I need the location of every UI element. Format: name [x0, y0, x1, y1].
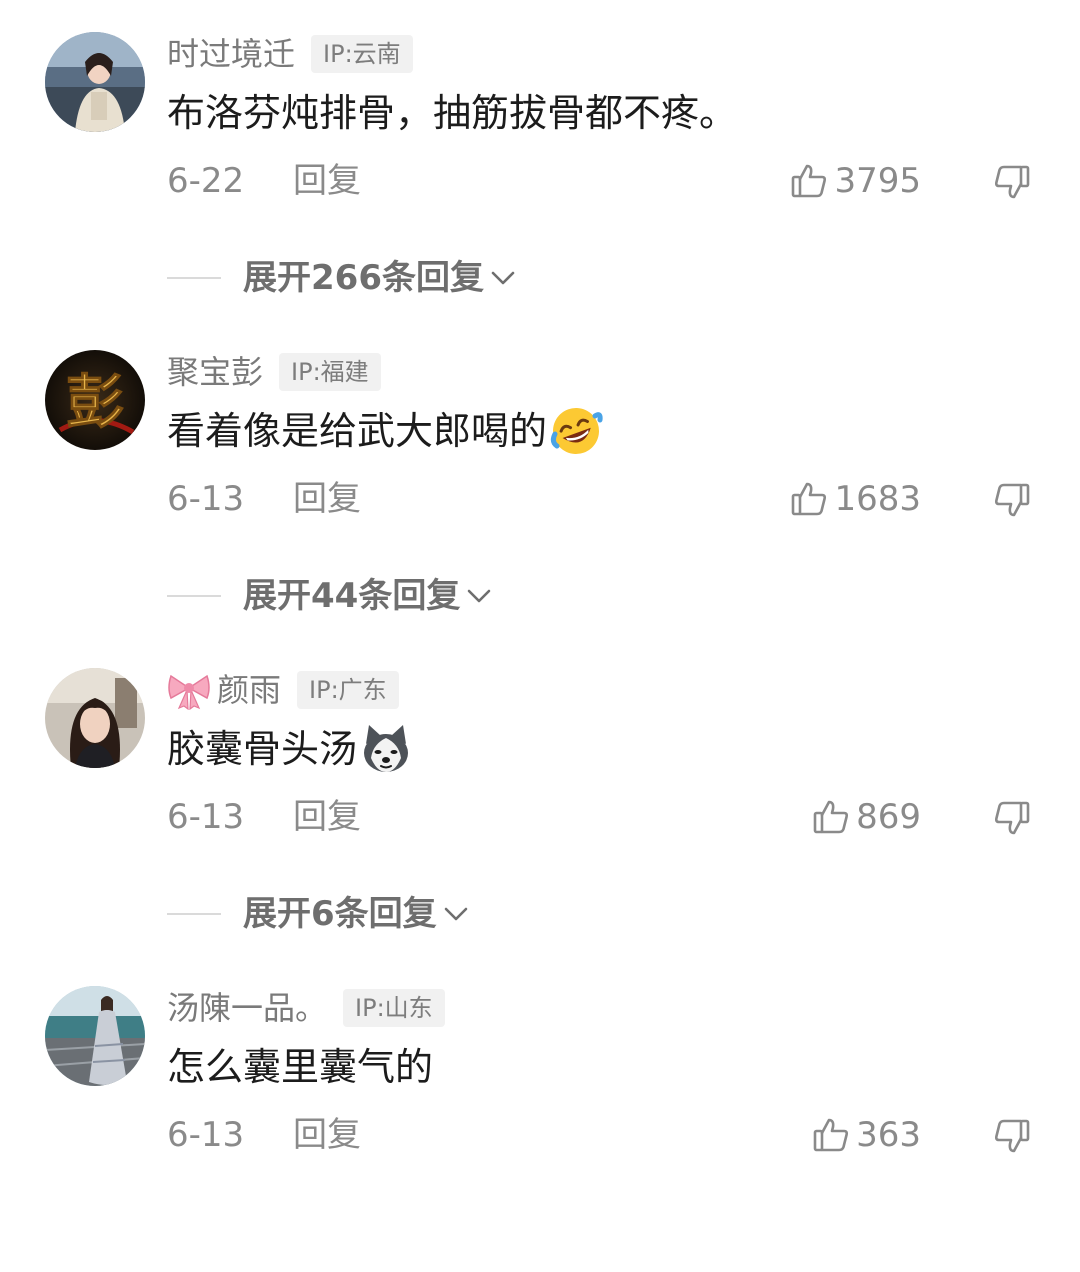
avatar[interactable]	[45, 668, 145, 768]
expand-replies-label: 展开6条回复	[243, 894, 437, 934]
thumbs-down-icon	[994, 165, 1030, 199]
thumbs-up-icon	[792, 482, 827, 516]
comment-body: 看着像是给武大郎喝的	[167, 404, 603, 458]
comment-body: 怎么囊里囊气的	[167, 1040, 433, 1094]
like-count: 363	[856, 1115, 921, 1155]
comment-date: 6-22	[167, 161, 245, 201]
ip-location-badge: IP:福建	[279, 353, 381, 391]
comment-header: 颜雨 IP:广东	[167, 668, 399, 712]
comment-text: 看着像是给武大郎喝的	[167, 409, 548, 453]
divider-line	[167, 913, 221, 915]
comment-text: 胶囊骨头汤	[167, 727, 358, 771]
comment-meta: 6-13 回复 869	[167, 792, 1047, 842]
avatar-glyph: 彭	[66, 368, 124, 436]
comment-header: 时过境迁 IP:云南	[167, 32, 413, 76]
like-count: 869	[856, 797, 921, 837]
expand-replies[interactable]: 展开44条回复	[167, 570, 494, 622]
dislike-button[interactable]	[993, 481, 1031, 523]
husky-dog-emoji-icon	[364, 725, 409, 772]
dislike-button[interactable]	[993, 799, 1031, 841]
expand-replies[interactable]: 展开6条回复	[167, 888, 471, 940]
ip-location-badge: IP:广东	[297, 671, 399, 709]
rofl-emoji-icon	[550, 408, 603, 454]
expand-replies-label: 展开266条回复	[243, 258, 484, 298]
thumbs-up-icon	[813, 1118, 849, 1152]
divider-line	[167, 595, 221, 597]
like-button[interactable]: 869	[812, 792, 921, 842]
thumbs-up-icon	[813, 800, 849, 834]
chevron-down-icon	[468, 589, 491, 603]
like-count: 1683	[834, 479, 921, 519]
username[interactable]: 汤陳一品。	[167, 986, 327, 1030]
thumbs-down-icon	[994, 483, 1030, 517]
like-count: 3795	[834, 161, 921, 201]
comment-item: 时过境迁 IP:云南 布洛芬炖排骨，抽筋拔骨都不疼。 6-22 回复 3795 …	[0, 0, 1080, 318]
avatar[interactable]	[45, 986, 145, 1086]
comment-date: 6-13	[167, 1115, 245, 1155]
divider-line	[167, 277, 221, 279]
comment-text: 怎么囊里囊气的	[167, 1045, 434, 1089]
reply-button[interactable]: 回复	[293, 792, 361, 842]
reply-button[interactable]: 回复	[293, 474, 361, 524]
expand-replies[interactable]: 展开266条回复	[167, 252, 518, 304]
comment-item: 汤陳一品。 IP:山东 怎么囊里囊气的 6-13 回复 363	[0, 954, 1080, 1272]
comment-item: 颜雨 IP:广东 胶囊骨头汤 6-13 回复 869 展开6条回复	[0, 636, 1080, 954]
chevron-down-icon	[491, 271, 515, 285]
thumbs-down-icon	[994, 1119, 1030, 1153]
comment-meta: 6-22 回复 3795	[167, 156, 1047, 206]
comment-meta: 6-13 回复 363	[167, 1110, 1047, 1160]
ip-location-badge: IP:山东	[343, 989, 445, 1027]
comment-item: 彭 聚宝彭 IP:福建 看着像是给武大郎喝的 6-13 回复 1683 展开44…	[0, 318, 1080, 636]
reply-button[interactable]: 回复	[293, 156, 361, 206]
like-button[interactable]: 363	[812, 1110, 921, 1160]
dislike-button[interactable]	[993, 1117, 1031, 1159]
thumbs-up-icon	[792, 164, 827, 198]
ip-location-badge: IP:云南	[311, 35, 413, 73]
dislike-button[interactable]	[993, 163, 1031, 205]
comment-body: 布洛芬炖排骨，抽筋拔骨都不疼。	[167, 86, 737, 140]
avatar[interactable]	[45, 32, 145, 132]
username[interactable]: 时过境迁	[167, 32, 295, 76]
avatar[interactable]: 彭	[45, 350, 145, 450]
comment-header: 聚宝彭 IP:福建	[167, 350, 381, 394]
comment-date: 6-13	[167, 479, 245, 519]
comment-meta: 6-13 回复 1683	[167, 474, 1047, 524]
pink-bow-icon	[168, 674, 210, 710]
thumbs-down-icon	[994, 801, 1030, 835]
reply-button[interactable]: 回复	[293, 1110, 361, 1160]
expand-replies-label: 展开44条回复	[243, 576, 461, 616]
chevron-down-icon	[444, 907, 467, 921]
comment-date: 6-13	[167, 797, 245, 837]
comment-text: 布洛芬炖排骨，抽筋拔骨都不疼。	[167, 91, 738, 135]
username[interactable]: 颜雨	[217, 668, 281, 712]
comment-body: 胶囊骨头汤	[167, 722, 413, 776]
comment-header: 汤陳一品。 IP:山东	[167, 986, 445, 1030]
username[interactable]: 聚宝彭	[167, 350, 263, 394]
like-button[interactable]: 1683	[790, 474, 921, 524]
like-button[interactable]: 3795	[790, 156, 921, 206]
